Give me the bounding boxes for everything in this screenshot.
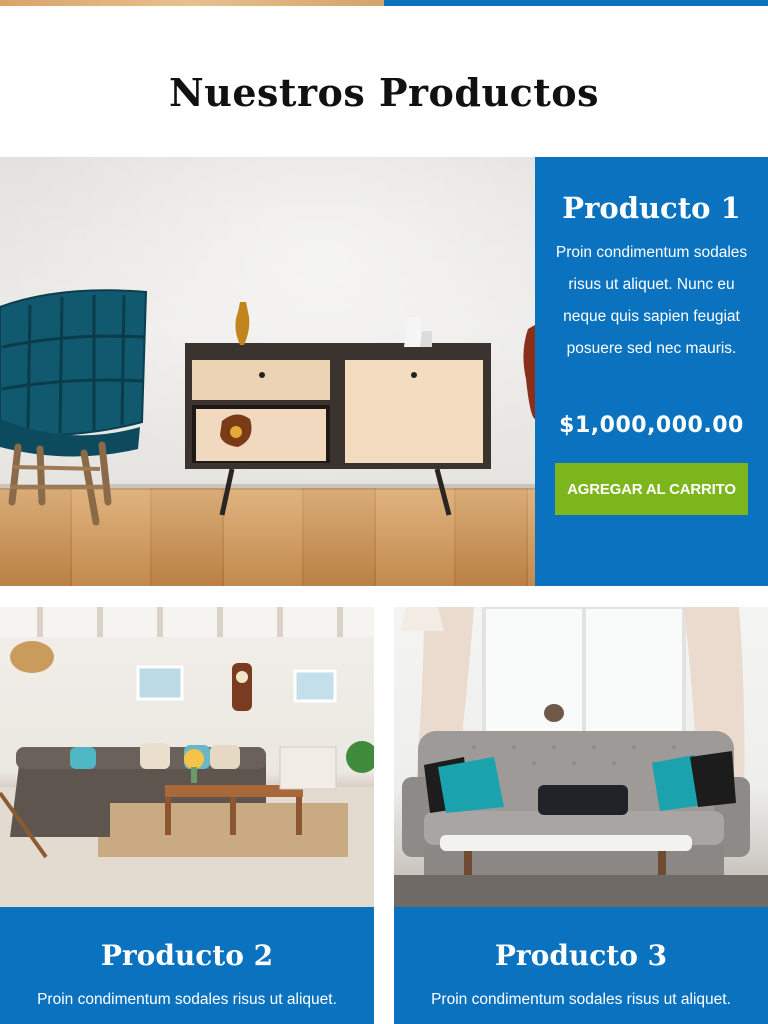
product-3-panel: Producto 3 Proin condimentum sodales ris… [394,907,768,1024]
product-1-title: Producto 1 [562,191,741,225]
section-title: Nuestros Productos [168,70,600,115]
product-1-image[interactable] [0,157,535,586]
product-2-image[interactable] [0,607,374,907]
product-3-description: Proin condimentum sodales risus ut aliqu… [431,991,731,1008]
add-to-cart-button[interactable]: AGREGAR AL CARRITO [555,463,748,515]
product-1-description: Proin condimentum sodales risus ut aliqu… [555,244,748,357]
product-2-title: Producto 2 [100,939,274,972]
product-1-price: $1,000,000.00 [559,413,744,438]
product-2-description: Proin condimentum sodales risus ut aliqu… [37,991,337,1008]
product-1-panel: Producto 1 Proin condimentum sodales ris… [535,157,768,586]
top-banner-strip [0,0,768,6]
top-banner-image-edge [0,0,384,6]
sideboard-graphic [185,302,491,516]
product-3-image[interactable] [394,607,768,907]
product-2-panel: Producto 2 Proin condimentum sodales ris… [0,907,374,1024]
top-banner-blue-edge [384,0,768,6]
armchair-graphic [0,289,148,526]
product-3-title: Producto 3 [494,939,668,972]
